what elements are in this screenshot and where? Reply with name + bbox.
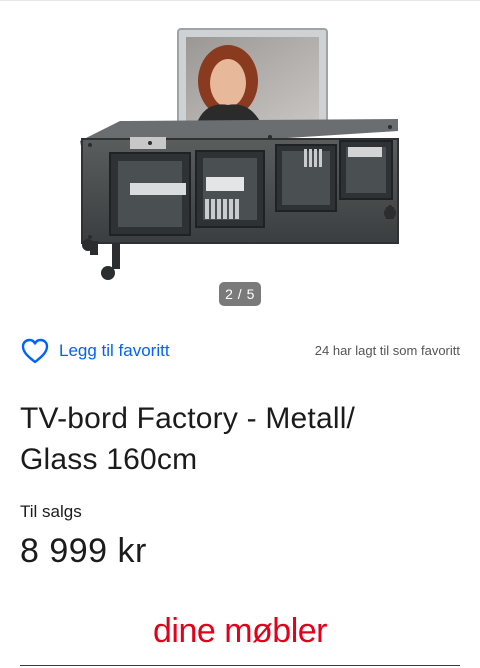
favorite-label: Legg til favoritt — [59, 341, 170, 360]
favorite-count: 24 har lagt til som favoritt — [314, 343, 460, 358]
image-counter: 2 / 5 — [219, 282, 261, 306]
listing-title-line2: Glass 160cm — [20, 443, 198, 476]
listing-status: Til salgs — [20, 502, 82, 521]
product-image[interactable] — [0, 1, 480, 291]
listing-title-line1: TV-bord Factory - Metall/ — [20, 402, 356, 435]
favorite-row: Legg til favoritt 24 har lagt til som fa… — [20, 336, 460, 366]
listing-title: TV-bord Factory - Metall/ Glass 160cm — [20, 398, 450, 480]
tv-screen — [177, 28, 328, 135]
image-gallery[interactable]: 2 / 5 — [0, 1, 480, 319]
heart-outline-icon — [21, 338, 49, 364]
add-to-favorites-button[interactable]: Legg til favoritt — [20, 336, 170, 366]
listing-price: 8 999 kr — [20, 532, 147, 570]
brand-logo[interactable]: dine møbler — [0, 612, 480, 651]
bottom-divider — [20, 665, 460, 666]
